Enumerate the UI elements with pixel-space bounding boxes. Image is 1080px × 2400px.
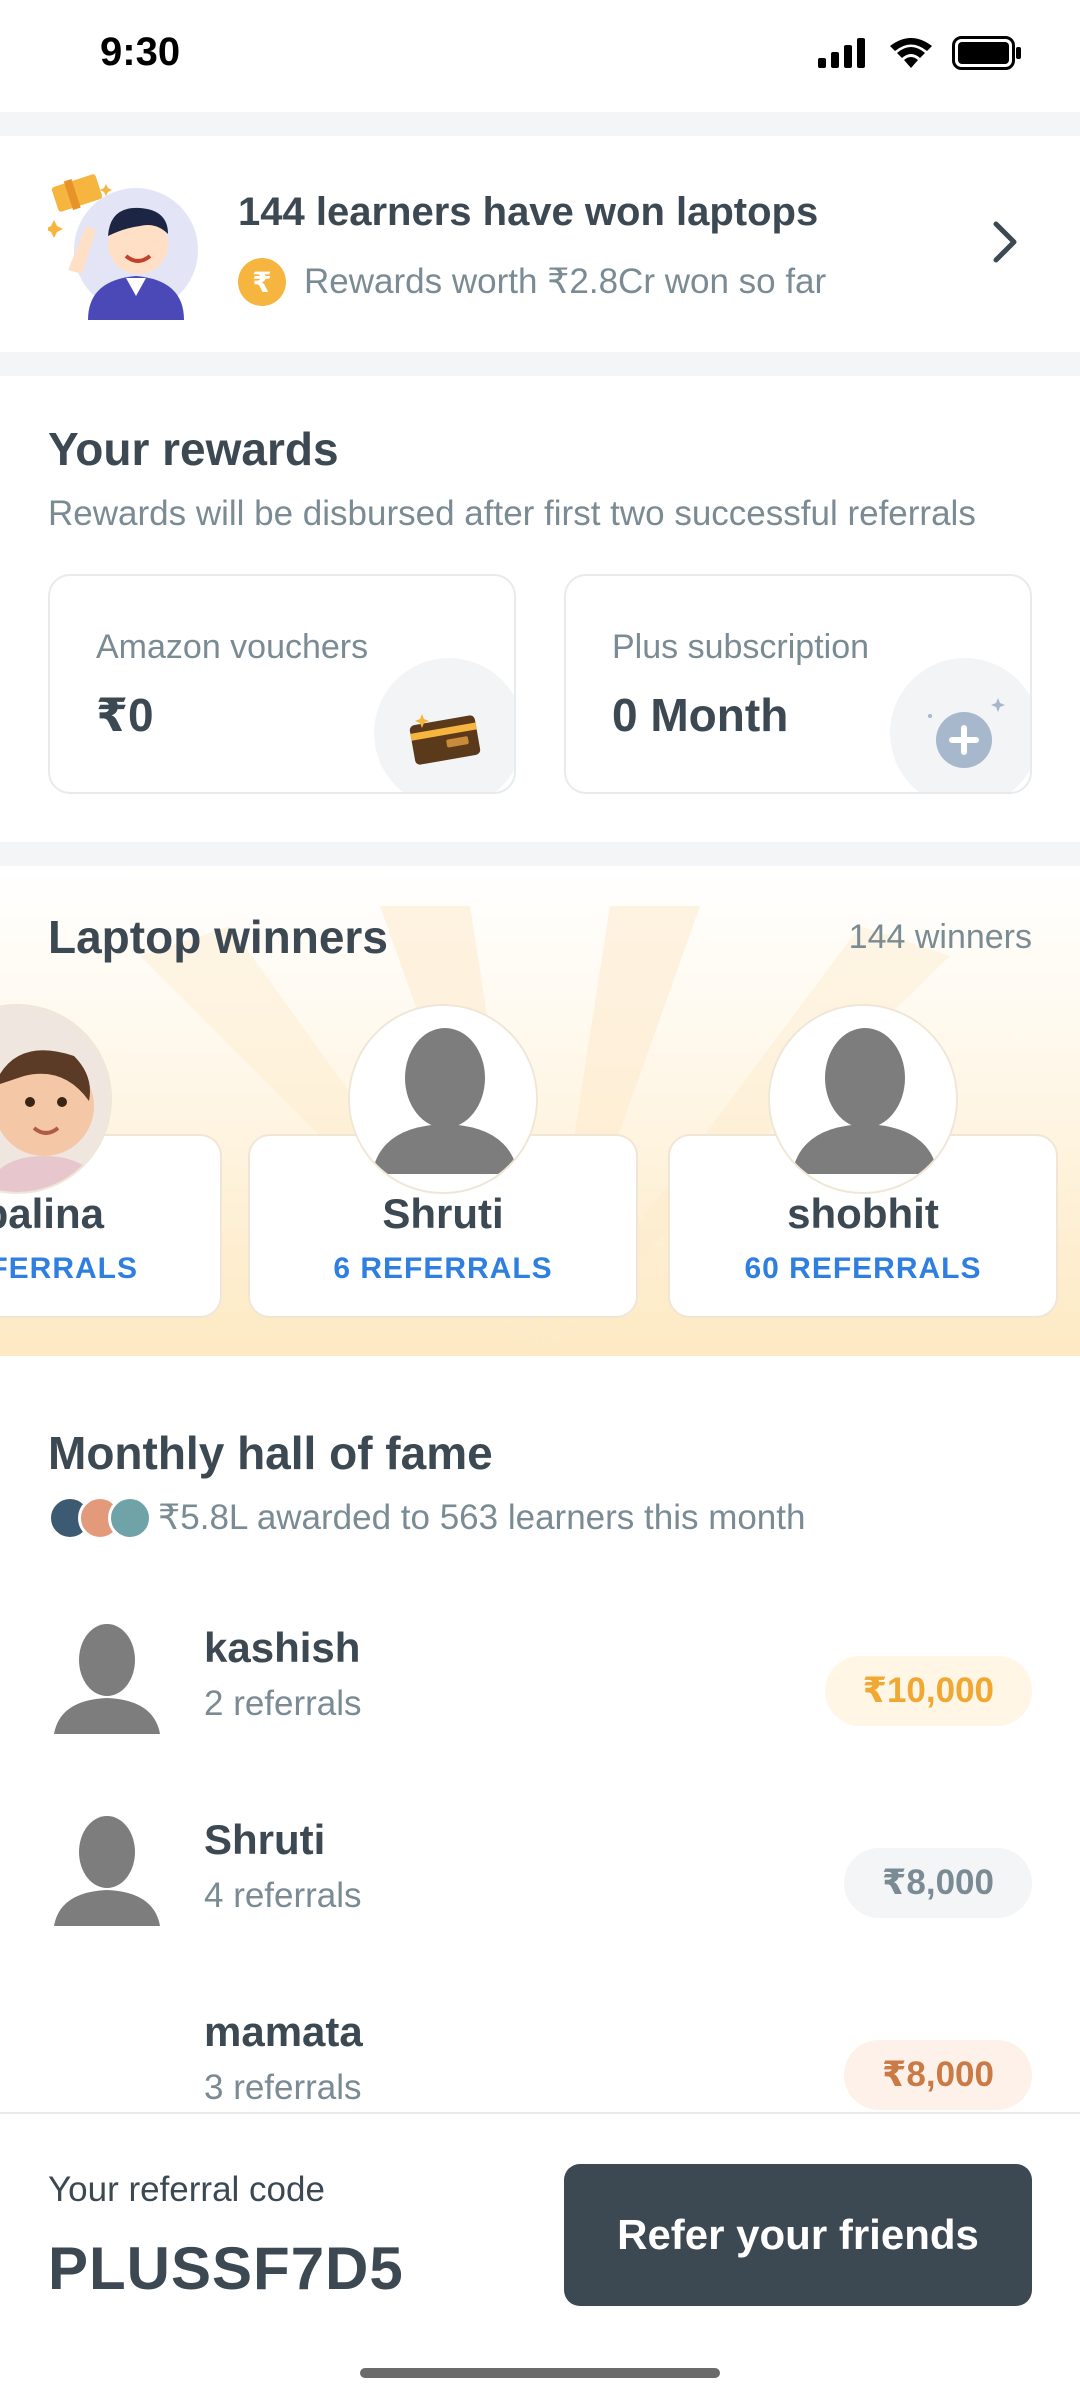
- winner-name: Shruti: [382, 1190, 504, 1237]
- laptop-winners-title: Laptop winners: [48, 911, 388, 963]
- list-item[interactable]: Shruti 4 referrals ₹8,000: [0, 1794, 1080, 1944]
- reward-amount-badge: ₹8,000: [844, 1848, 1032, 1918]
- refer-friends-button[interactable]: Refer your friends: [564, 2164, 1032, 2306]
- reward-card-label: Amazon vouchers: [96, 628, 369, 666]
- learner-referrals: 4 referrals: [204, 1876, 362, 1915]
- learner-name: kashish: [204, 1624, 361, 1671]
- learner-name: Shruti: [204, 1816, 326, 1863]
- battery-icon: [952, 36, 1021, 70]
- learner-referrals: 3 referrals: [204, 2068, 362, 2107]
- avatar-placeholder-icon: [54, 1624, 160, 1734]
- hall-of-fame-title: Monthly hall of fame: [48, 1427, 493, 1479]
- status-time: 9:30: [100, 30, 181, 74]
- laptop-winners-banner[interactable]: 144 learners have won laptops ₹ Rewards …: [0, 136, 1080, 352]
- hall-of-fame-summary-row: ₹5.8L awarded to 563 learners this month: [48, 1496, 805, 1540]
- winner-illustration-icon: [48, 174, 198, 320]
- rupee-coin-icon: ₹: [238, 258, 286, 306]
- reward-amount-badge: ₹8,000: [844, 2040, 1032, 2110]
- rewards-description: Rewards will be disbursed after first tw…: [48, 494, 976, 533]
- referral-bottom-bar: Your referral code PLUSSF7D5 Refer your …: [0, 2112, 1080, 2400]
- section-divider: [0, 352, 1080, 376]
- home-indicator[interactable]: [360, 2368, 720, 2378]
- laptop-winners-count[interactable]: 144 winners: [849, 918, 1032, 957]
- section-divider: [0, 842, 1080, 866]
- voucher-card-icon: [409, 714, 481, 765]
- your-rewards-section: Your rewards Rewards will be disbursed a…: [0, 376, 1080, 842]
- signal-icon: [818, 38, 865, 68]
- avatar-placeholder-icon: [54, 1816, 160, 1926]
- avatar-placeholder-icon: [768, 1004, 958, 1194]
- learner-referrals: 2 referrals: [204, 1684, 362, 1723]
- chevron-right-icon[interactable]: [990, 220, 1020, 264]
- winner-referrals: FERRALS: [0, 1252, 138, 1285]
- hall-of-fame-summary: ₹5.8L awarded to 563 learners this month: [158, 1498, 806, 1537]
- reward-card-value: ₹0: [96, 689, 154, 741]
- avatar-stack: [48, 1496, 152, 1540]
- avatar-placeholder-icon: [348, 1004, 538, 1194]
- status-bar: 9:30: [0, 0, 1080, 112]
- winner-referrals: 60 REFERRALS: [744, 1252, 982, 1285]
- referral-page: 9:30 144 learners have won laptops ₹ Rew…: [0, 0, 1080, 2400]
- list-item[interactable]: kashish 2 referrals ₹10,000: [0, 1602, 1080, 1752]
- banner-subtitle-row: ₹ Rewards worth ₹2.8Cr won so far: [238, 258, 826, 306]
- referral-code-label: Your referral code: [48, 2170, 325, 2209]
- status-icons: [818, 36, 1022, 70]
- rewards-title: Your rewards: [48, 423, 339, 475]
- banner-subtitle: Rewards worth ₹2.8Cr won so far: [304, 262, 827, 301]
- winner-name: palina: [0, 1190, 104, 1237]
- reward-card-value: 0 Month: [612, 689, 789, 741]
- section-divider: [0, 112, 1080, 136]
- learner-name: mamata: [204, 2008, 363, 2055]
- reward-amount-badge: ₹10,000: [824, 1656, 1032, 1726]
- banner-title: 144 learners have won laptops: [238, 190, 819, 234]
- amazon-vouchers-card[interactable]: Amazon vouchers ₹0: [48, 574, 516, 794]
- winner-referrals: 6 REFERRALS: [333, 1252, 553, 1285]
- wifi-icon: [890, 38, 932, 68]
- reward-card-label: Plus subscription: [612, 628, 870, 666]
- winner-name: shobhit: [787, 1190, 939, 1237]
- referral-code[interactable]: PLUSSF7D5: [48, 2234, 404, 2303]
- mini-avatar: [108, 1496, 152, 1540]
- hall-of-fame-section: Monthly hall of fame ₹5.8L awarded to 56…: [0, 1380, 1080, 2120]
- plus-badge-icon: [928, 698, 1005, 768]
- plus-subscription-card[interactable]: Plus subscription 0 Month: [564, 574, 1032, 794]
- laptop-winners-section: Laptop winners 144 winners palina FERRAL…: [0, 866, 1080, 1356]
